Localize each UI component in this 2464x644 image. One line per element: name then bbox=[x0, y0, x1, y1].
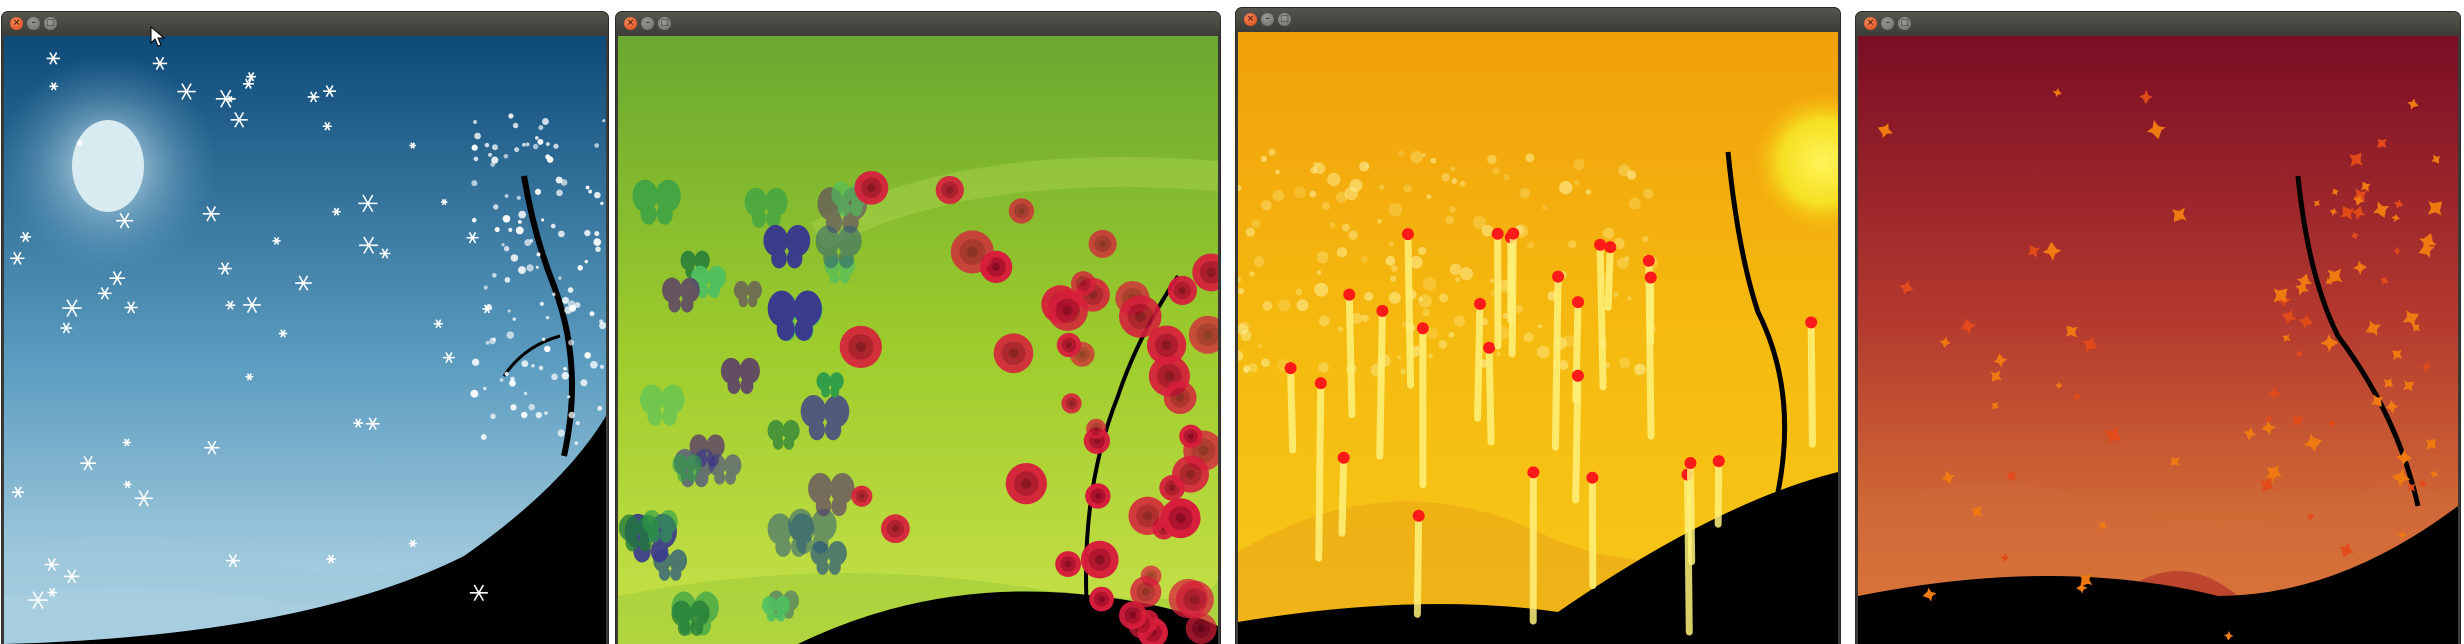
rose-icon bbox=[1167, 275, 1197, 306]
winter-canvas bbox=[4, 36, 606, 644]
maximize-icon[interactable]: □ bbox=[658, 17, 671, 30]
rose-icon bbox=[950, 230, 994, 274]
rose-icon bbox=[993, 333, 1034, 374]
window-spring: × – □ bbox=[616, 12, 1220, 644]
minimize-icon[interactable]: – bbox=[27, 17, 40, 30]
rose-icon bbox=[1086, 418, 1107, 439]
window-autumn: × – □ bbox=[1856, 12, 2460, 644]
spring-canvas bbox=[618, 36, 1218, 644]
close-icon[interactable]: × bbox=[1864, 17, 1877, 30]
minimize-icon[interactable]: – bbox=[1881, 17, 1894, 30]
rose-icon bbox=[935, 175, 964, 205]
window-summer: × – □ bbox=[1236, 8, 1840, 644]
rose-icon bbox=[1163, 381, 1197, 414]
rose-icon bbox=[1047, 290, 1088, 331]
rose-icon bbox=[1128, 496, 1167, 535]
maximize-icon[interactable]: □ bbox=[44, 17, 57, 30]
window-winter: × – □ bbox=[2, 12, 608, 644]
rose-icon bbox=[1061, 393, 1082, 414]
summer-scene bbox=[1238, 32, 1838, 644]
rose-icon bbox=[1005, 462, 1047, 505]
maximize-icon[interactable]: □ bbox=[1278, 13, 1291, 26]
rose-icon bbox=[1179, 424, 1203, 448]
rose-icon bbox=[1118, 601, 1147, 630]
rose-icon bbox=[1008, 198, 1035, 224]
rose-icon bbox=[1175, 580, 1214, 619]
close-icon[interactable]: × bbox=[624, 17, 637, 30]
rose-icon bbox=[1160, 498, 1201, 539]
rose-icon bbox=[1172, 455, 1210, 493]
spring-scene bbox=[618, 36, 1218, 644]
moon bbox=[72, 120, 144, 212]
maximize-icon[interactable]: □ bbox=[1898, 17, 1911, 30]
close-icon[interactable]: × bbox=[10, 17, 23, 30]
rose-icon bbox=[1088, 229, 1117, 258]
rose-icon bbox=[1056, 332, 1082, 358]
window-titlebar[interactable]: × – □ bbox=[1236, 8, 1840, 32]
rose-icon bbox=[880, 514, 910, 544]
minimize-icon[interactable]: – bbox=[1261, 13, 1274, 26]
rose-icon bbox=[851, 485, 873, 507]
rose-icon bbox=[854, 170, 889, 205]
rose-icon bbox=[1089, 586, 1114, 612]
rose-icon bbox=[1055, 551, 1082, 577]
window-titlebar[interactable]: × – □ bbox=[1856, 12, 2460, 36]
window-titlebar[interactable]: × – □ bbox=[2, 12, 608, 36]
mouse-pointer-icon bbox=[150, 26, 166, 47]
window-titlebar[interactable]: × – □ bbox=[616, 12, 1220, 36]
rose-icon bbox=[1085, 483, 1111, 509]
rose-icon bbox=[1119, 295, 1162, 338]
minimize-icon[interactable]: – bbox=[641, 17, 654, 30]
summer-canvas bbox=[1238, 32, 1838, 644]
close-icon[interactable]: × bbox=[1244, 13, 1257, 26]
autumn-canvas bbox=[1858, 36, 2458, 644]
autumn-scene bbox=[1858, 36, 2458, 644]
rose-icon bbox=[1080, 540, 1119, 579]
rose-icon bbox=[839, 325, 882, 369]
winter-scene bbox=[4, 36, 606, 644]
